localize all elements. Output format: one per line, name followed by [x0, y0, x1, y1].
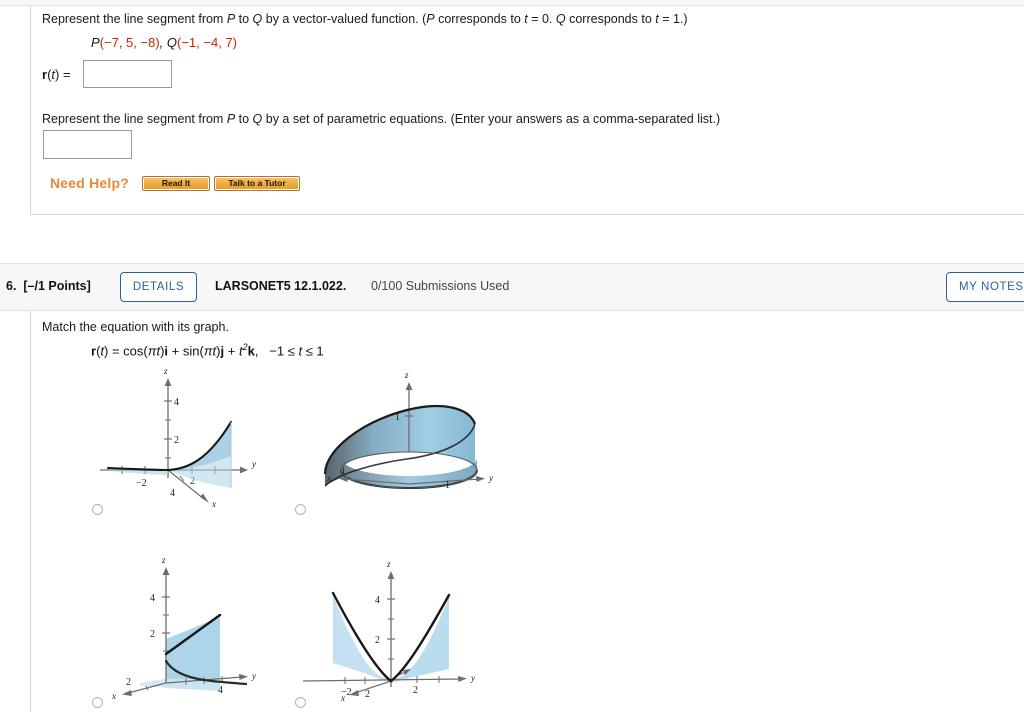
option-d-z-label: z: [386, 559, 391, 569]
option-b-x-label: x: [326, 473, 331, 483]
details-button[interactable]: DETAILS: [120, 272, 197, 302]
option-a-z-tick-2: 2: [174, 435, 179, 446]
option-b-svg: z 1 y 1 x 1: [323, 370, 493, 491]
option-c-y-label: y: [251, 671, 256, 681]
option-a-x-tick-4: 4: [170, 488, 175, 499]
option-d-z-tick-4: 4: [375, 595, 380, 606]
option-b-y-label: y: [488, 473, 493, 483]
talk-to-a-tutor-button[interactable]: Talk to a Tutor: [214, 176, 300, 191]
option-d-graph: z 4 2 y −2 2 x 2: [302, 551, 503, 706]
option-d-x-tick-2: 2: [365, 689, 370, 700]
option-d-z-tick-2: 2: [375, 635, 380, 646]
rt-label: r(t) =: [42, 67, 71, 82]
option-d-svg: z 4 2 y −2 2 x 2: [302, 559, 475, 703]
option-c-graph: z 4 2 y 4 x 2: [100, 551, 280, 706]
option-b-y-tick-1: 1: [445, 480, 450, 491]
question6-equation-domain: −1 ≤ t ≤ 1: [269, 343, 324, 359]
option-a-z-tick-4: 4: [174, 397, 179, 408]
question5-prompt-1: Represent the line segment from P to Q b…: [42, 12, 688, 26]
question6-number-points: 6. [–/1 Points]: [6, 279, 91, 293]
read-it-button[interactable]: Read It: [142, 176, 210, 191]
option-a-svg: z 4 2 y −2 2 x 4: [100, 366, 256, 509]
question6-prompt: Match the equation with its graph.: [42, 320, 229, 334]
option-a-y-tick-neg2: −2: [136, 478, 147, 489]
option-c-z-label: z: [161, 555, 166, 565]
option-a-x-label: x: [211, 499, 216, 509]
option-c-x-label: x: [111, 691, 116, 701]
option-a-y-label: y: [251, 459, 256, 469]
option-b-graph: z 1 y 1 x 1: [303, 366, 503, 511]
my-notes-button[interactable]: MY NOTES: [946, 272, 1024, 302]
question5-prompt-2: Represent the line segment from P to Q b…: [42, 112, 721, 126]
parametric-answer-input[interactable]: [43, 130, 132, 159]
question6-number: 6.: [6, 279, 17, 293]
question6-points: [–/1 Points]: [23, 279, 91, 293]
option-d-x-label: x: [340, 693, 345, 703]
option-c-z-tick-2: 2: [150, 629, 155, 640]
option-c-x-tick-2: 2: [126, 677, 131, 688]
question6-equation: r(t) = cos(πt)i + sin(πt)j + t2k, −1 ≤ t…: [91, 342, 324, 359]
question5-bottom-divider: [30, 214, 1024, 215]
option-b-z-label: z: [404, 370, 409, 380]
question6-code: LARSONET5 12.1.022.: [215, 279, 347, 293]
question5-points: P(−7, 5, −8), Q(−1, −4, 7): [91, 35, 237, 50]
option-a-z-label: z: [163, 366, 168, 376]
option-d-y-label: y: [470, 673, 475, 683]
option-c-z-tick-4: 4: [150, 593, 155, 604]
need-help-label: Need Help?: [50, 175, 130, 191]
option-a-graph: z 4 2 y −2 2 x 4: [100, 366, 280, 511]
option-c-y-tick-4: 4: [218, 685, 223, 696]
option-d-y-tick-2: 2: [413, 685, 418, 696]
option-b-x-tick-1: 1: [341, 466, 346, 477]
page-root: Represent the line segment from P to Q b…: [0, 0, 1024, 712]
question6-submissions: 0/100 Submissions Used: [371, 279, 510, 293]
rt-answer-input[interactable]: [83, 60, 172, 88]
option-c-svg: z 4 2 y 4 x 2: [111, 555, 256, 701]
